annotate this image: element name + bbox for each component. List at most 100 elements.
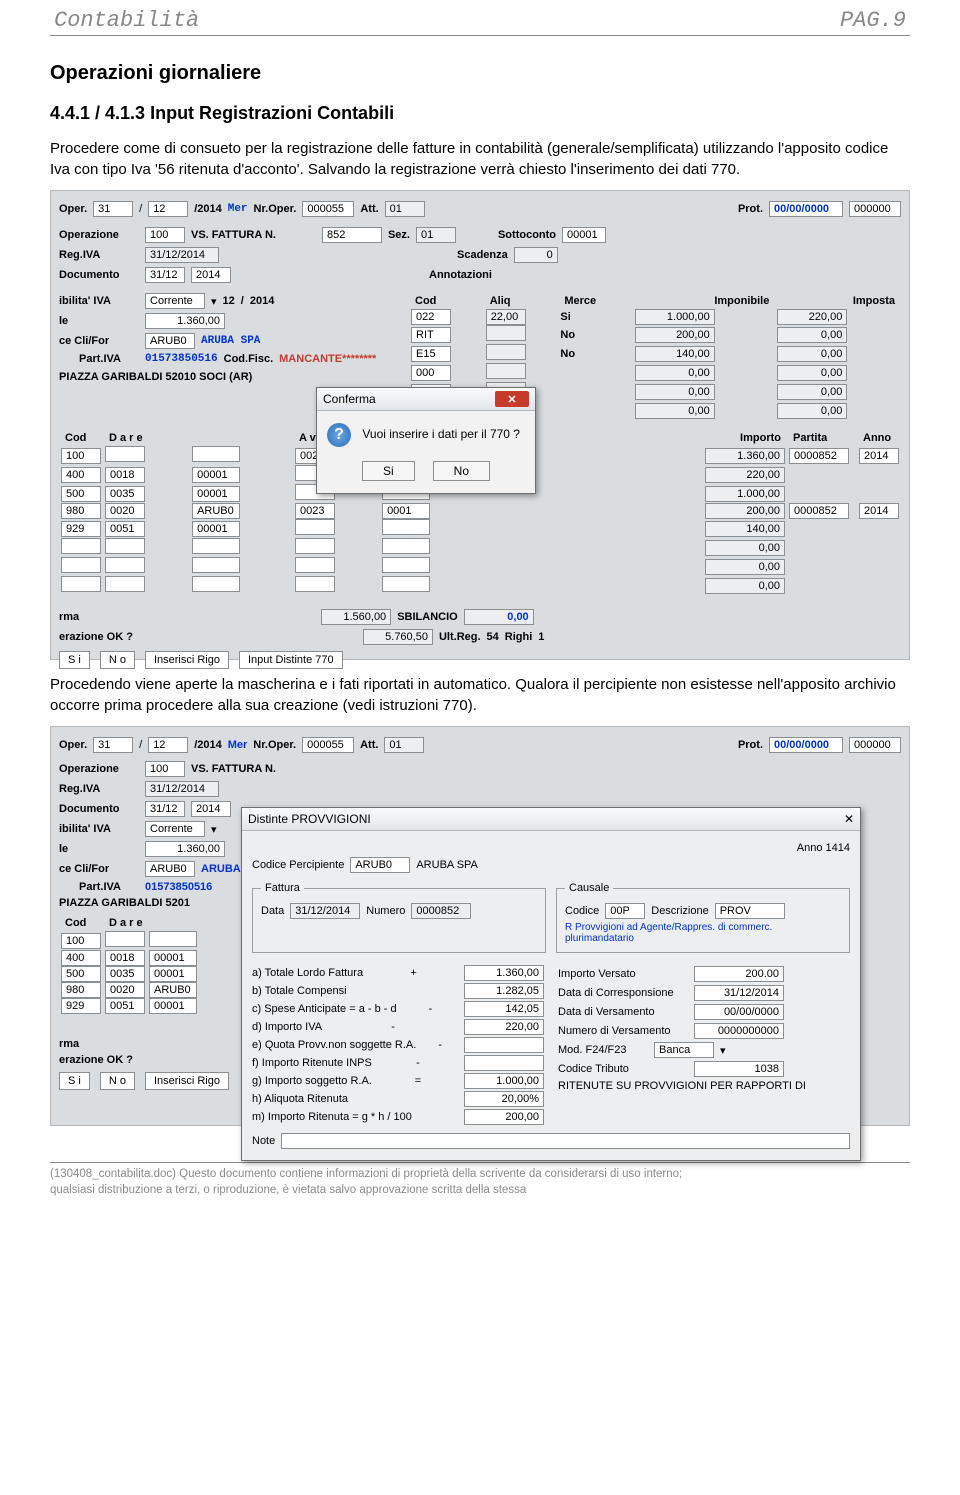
fld2-protn[interactable]: 000000 — [849, 737, 901, 753]
row2-d2[interactable]: 00001 — [149, 950, 197, 966]
row2-code[interactable]: 929 — [61, 998, 101, 1014]
dialog-btn-no[interactable]: No — [433, 461, 490, 481]
fld-note[interactable] — [281, 1133, 850, 1149]
close-icon[interactable]: ✕ — [495, 391, 529, 407]
row-a1[interactable] — [295, 576, 335, 592]
row-d2[interactable] — [192, 446, 240, 462]
fld-oper-mm[interactable]: 12 — [148, 201, 188, 217]
row-a1[interactable] — [295, 557, 335, 573]
fld-caus-descr[interactable]: PROV — [715, 903, 785, 919]
row-code[interactable]: 929 — [61, 521, 101, 537]
row-d1[interactable] — [105, 538, 145, 554]
row-a2[interactable]: 0001 — [382, 503, 430, 519]
close-icon[interactable]: ✕ — [844, 812, 854, 826]
row2-code[interactable]: 980 — [61, 982, 101, 998]
row-code[interactable]: 500 — [61, 486, 101, 502]
row-code[interactable]: 100 — [61, 448, 101, 464]
btn-ins-rigo[interactable]: Inserisci Rigo — [145, 651, 229, 669]
row-a1[interactable] — [295, 519, 335, 535]
row2-code[interactable]: 400 — [61, 950, 101, 966]
row2-d2[interactable]: 00001 — [149, 998, 197, 1014]
fld-sottoconto[interactable]: 00001 — [562, 227, 606, 243]
fld2-nroper[interactable]: 000055 — [302, 737, 354, 753]
fld-prot-date[interactable]: 00/00/0000 — [769, 201, 843, 217]
row-d2[interactable]: ARUB0 — [192, 503, 240, 519]
fld2-doca[interactable]: 2014 — [191, 801, 231, 817]
btn2-no[interactable]: N o — [100, 1072, 135, 1090]
fld2-clicode[interactable]: ARUB0 — [145, 861, 195, 877]
row-code[interactable] — [61, 557, 101, 573]
iva-cod[interactable]: E15 — [411, 346, 451, 362]
row-anno[interactable]: 2014 — [859, 503, 899, 519]
fld-h[interactable]: 20,00% — [464, 1091, 544, 1107]
fld2-docg[interactable]: 31/12 — [145, 801, 185, 817]
fld-g[interactable]: 1.000,00 — [464, 1073, 544, 1089]
fld-operaz-num[interactable]: 852 — [322, 227, 382, 243]
btn-no[interactable]: N o — [100, 651, 135, 669]
fld-a[interactable]: 1.360,00 — [464, 965, 544, 981]
btn-input-distinte[interactable]: Input Distinte 770 — [239, 651, 343, 669]
dialog-btn-si[interactable]: Si — [362, 461, 415, 481]
fld-c[interactable]: 142,05 — [464, 1001, 544, 1017]
row-d2[interactable]: 00001 — [192, 486, 240, 502]
row-d1[interactable] — [105, 446, 145, 462]
row-d1[interactable]: 0020 — [105, 503, 145, 519]
row2-d1[interactable]: 0035 — [105, 966, 145, 982]
fld2-opcode[interactable]: 100 — [145, 761, 185, 777]
row-d1[interactable] — [105, 557, 145, 573]
fld2-le[interactable]: 1.360,00 — [145, 841, 225, 857]
fld-caus-cod[interactable]: 00P — [605, 903, 645, 919]
row-a2[interactable] — [382, 557, 430, 573]
row-d2[interactable]: 00001 — [192, 467, 240, 483]
row2-d1[interactable]: 0018 — [105, 950, 145, 966]
fld-banca[interactable]: Banca — [654, 1042, 714, 1058]
fld-nroper[interactable]: 000055 — [302, 201, 354, 217]
fld-datacorr[interactable]: 31/12/2014 — [694, 985, 784, 1001]
row-code[interactable]: 400 — [61, 467, 101, 483]
row2-code[interactable]: 500 — [61, 966, 101, 982]
btn2-si[interactable]: S i — [59, 1072, 90, 1090]
row-a1[interactable] — [295, 538, 335, 554]
row-d2[interactable] — [192, 576, 240, 592]
fld-codperc[interactable]: ARUB0 — [350, 857, 410, 873]
btn-si[interactable]: S i — [59, 651, 90, 669]
fld2-protd[interactable]: 00/00/0000 — [769, 737, 843, 753]
fld-le[interactable]: 1.360,00 — [145, 313, 225, 329]
row-a2[interactable] — [382, 576, 430, 592]
fld-oper-gg[interactable]: 31 — [93, 201, 133, 217]
row-a2[interactable] — [382, 519, 430, 535]
row-d2[interactable] — [192, 557, 240, 573]
fld-ibilita[interactable]: Corrente — [145, 293, 205, 309]
row2-d2[interactable]: ARUB0 — [149, 982, 197, 998]
row-d1[interactable]: 0051 — [105, 521, 145, 537]
fld-doc-gm[interactable]: 31/12 — [145, 267, 185, 283]
row2-d1[interactable] — [105, 931, 145, 947]
iva-cod[interactable]: RIT — [411, 327, 451, 343]
row2-code[interactable]: 100 — [61, 933, 101, 949]
fld-d[interactable]: 220,00 — [464, 1019, 544, 1035]
fld-cli-code[interactable]: ARUB0 — [145, 333, 195, 349]
row-part[interactable]: 0000852 — [789, 503, 849, 519]
fld2-mm[interactable]: 12 — [148, 737, 188, 753]
fld-impvers[interactable]: 200.00 — [694, 966, 784, 982]
fld-e[interactable] — [464, 1037, 544, 1053]
row-d2[interactable] — [192, 538, 240, 554]
fld2-ibilita[interactable]: Corrente — [145, 821, 205, 837]
fld-operaz-code[interactable]: 100 — [145, 227, 185, 243]
row-a1[interactable]: 0023 — [295, 503, 335, 519]
fld-prot-num[interactable]: 000000 — [849, 201, 901, 217]
fld-doc-a[interactable]: 2014 — [191, 267, 231, 283]
btn2-insrigo[interactable]: Inserisci Rigo — [145, 1072, 229, 1090]
row2-d1[interactable]: 0020 — [105, 982, 145, 998]
fld-numvers[interactable]: 0000000000 — [694, 1023, 784, 1039]
row-anno[interactable]: 2014 — [859, 448, 899, 464]
fld-m[interactable]: 200,00 — [464, 1109, 544, 1125]
row-d1[interactable] — [105, 576, 145, 592]
row-d2[interactable]: 00001 — [192, 521, 240, 537]
fld-codtrib[interactable]: 1038 — [694, 1061, 784, 1077]
iva-cod[interactable]: 022 — [411, 309, 451, 325]
iva-cod[interactable]: 000 — [411, 365, 451, 381]
row-part[interactable]: 0000852 — [789, 448, 849, 464]
fld2-gg[interactable]: 31 — [93, 737, 133, 753]
row2-d2[interactable] — [149, 931, 197, 947]
